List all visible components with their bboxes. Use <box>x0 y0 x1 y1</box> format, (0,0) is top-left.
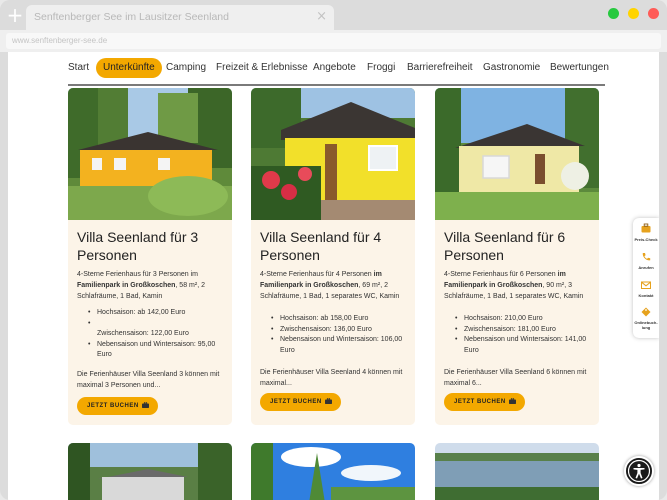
card-description: 4-Sterne Ferienhaus für 4 Personen im Fa… <box>260 269 410 302</box>
price-text: Zwischensaison: 181,00 Euro <box>464 325 556 333</box>
price-item: • <box>88 319 91 327</box>
button-label: JETZT BUCHEN <box>454 399 506 405</box>
price-item: Zwischensaison: 122,00 Euro <box>77 329 227 340</box>
price-text: Zwischensaison: 122,00 Euro <box>97 330 189 337</box>
nav-item-bewertungen[interactable]: Bewertungen <box>550 62 609 73</box>
nav-item-unterkuenfte[interactable]: Unterkünfte <box>96 58 162 78</box>
price-text: Nebensaison und Wintersaison: 95,00 Euro <box>97 340 216 359</box>
desc-text: 4-Sterne Ferienhaus für 3 Personen im <box>77 271 199 278</box>
maximize-window-button[interactable] <box>608 8 619 19</box>
card-teaser: Die Ferienhäuser Villa Seenland 4 können… <box>260 369 403 387</box>
contact-button[interactable]: Kontakt <box>633 278 659 304</box>
side-label: Anrufen <box>638 265 654 270</box>
accessibility-icon <box>627 459 651 483</box>
price-list: • Hochsaison: ab 142,00 Euro • Zwischensa… <box>77 308 227 361</box>
main-navigation: Start Unterkünfte Camping Freizeit & Erl… <box>8 58 659 86</box>
price-text: Hochsaison: ab 158,00 Euro <box>280 315 369 322</box>
close-icon[interactable]: × <box>316 9 327 24</box>
desc-text: 4-Sterne Ferienhaus für 4 Personen <box>260 271 374 278</box>
nav-item-start[interactable]: Start <box>68 62 89 73</box>
accommodation-photo <box>435 443 599 500</box>
browser-window: + Senftenberger See im Lausitzer Seenlan… <box>0 0 667 500</box>
price-item: • Zwischensaison: 181,00 Euro <box>455 325 556 333</box>
close-window-button[interactable] <box>648 8 659 19</box>
price-text: Nebensaison und Wintersaison: 106,00 Eur… <box>280 336 403 354</box>
browser-tab[interactable]: Senftenberger See im Lausitzer Seenland … <box>26 5 334 30</box>
price-text: Nebensaison und Wintersaison: 141,00 Eur… <box>464 336 587 354</box>
suitcase-icon <box>509 398 516 404</box>
accommodation-photo <box>251 443 415 500</box>
accommodation-photo <box>68 443 232 500</box>
card-teaser: Die Ferienhäuser Villa Seenland 3 können… <box>77 371 220 389</box>
address-bar: www.senftenberger-see.de <box>0 30 667 52</box>
card-title: Villa Seenland für 4 Personen <box>260 229 382 263</box>
nav-item-angebote[interactable]: Angebote <box>313 62 356 73</box>
card-description: 4-Sterne Ferienhaus für 6 Personen im Fa… <box>444 269 594 302</box>
card-title: Villa Seenland für 6 Personen <box>444 229 566 263</box>
url-text: www.senftenberger-see.de <box>12 36 108 45</box>
side-label: lung <box>641 325 651 330</box>
button-label: JETZT BUCHEN <box>87 403 139 409</box>
minimize-window-button[interactable] <box>628 8 639 19</box>
desc-text: 4-Sterne Ferienhaus für 6 Personen <box>444 271 558 278</box>
suitcase-icon <box>142 402 149 408</box>
price-item: • Hochsaison: 210,00 Euro <box>455 315 543 322</box>
price-item: • Nebensaison und Wintersaison: 106,00 Eu… <box>271 336 403 354</box>
nav-item-freizeit[interactable]: Freizeit & Erlebnisse <box>216 62 308 73</box>
nav-item-gastronomie[interactable]: Gastronomie <box>483 62 540 73</box>
quick-actions-widget: Preis-Check Anrufen Kontakt Onlinebuch- … <box>633 218 659 338</box>
call-button[interactable]: Anrufen <box>633 250 659 276</box>
book-now-button[interactable]: JETZT BUCHEN <box>77 397 158 415</box>
card-title: Villa Seenland für 3 Personen <box>77 229 199 263</box>
price-text: Zwischensaison: 136,00 Euro <box>280 325 372 333</box>
tab-bar: + Senftenberger See im Lausitzer Seenlan… <box>0 0 667 32</box>
side-label: Preis-Check <box>634 237 658 242</box>
card-description: 4-Sterne Ferienhaus für 3 Personen im Fa… <box>77 269 227 302</box>
price-item: • Zwischensaison: 136,00 Euro <box>271 325 372 333</box>
phone-icon <box>642 253 651 261</box>
tag-icon <box>641 307 651 317</box>
online-booking-button[interactable]: Onlinebuch- lung <box>633 306 659 336</box>
price-item: • Nebensaison und Wintersaison: 141,00 Eu… <box>455 336 587 354</box>
price-item: • Nebensaison und Wintersaison: 95,00 Eur… <box>88 340 216 359</box>
accommodation-card: Villa Seenland für 6 Personen 4-Sterne F… <box>435 88 599 425</box>
accommodation-card: Villa Seenland für 3 Personen 4-Sterne F… <box>68 88 232 425</box>
book-now-button[interactable]: JETZT BUCHEN <box>260 393 341 411</box>
button-label: JETZT BUCHEN <box>270 399 322 405</box>
nav-scroll-indicator <box>68 84 605 86</box>
side-label: Kontakt <box>638 293 654 298</box>
price-text: Hochsaison: 210,00 Euro <box>464 315 543 322</box>
nav-item-camping[interactable]: Camping <box>166 62 206 73</box>
price-list: • Hochsaison: 210,00 Euro • Zwischensaison… <box>444 314 594 356</box>
price-item: • Hochsaison: ab 142,00 Euro <box>88 309 186 316</box>
nav-item-froggi[interactable]: Froggi <box>367 62 395 73</box>
url-field[interactable]: www.senftenberger-see.de <box>6 33 661 49</box>
price-check-button[interactable]: Preis-Check <box>633 220 659 248</box>
accessibility-button[interactable] <box>624 456 654 486</box>
villa-photo <box>251 88 415 220</box>
price-list: • Hochsaison: ab 158,00 Euro • Zwischensai… <box>260 314 410 356</box>
nav-item-barrierefreiheit[interactable]: Barrierefreiheit <box>407 62 473 73</box>
new-tab-button[interactable]: + <box>6 5 24 25</box>
book-now-button[interactable]: JETZT BUCHEN <box>444 393 525 411</box>
mail-icon <box>641 281 651 289</box>
desc-link[interactable]: Familienpark in Großkoschen <box>77 282 175 289</box>
card-teaser: Die Ferienhäuser Villa Seenland 6 können… <box>444 369 587 387</box>
tab-title: Senftenberger See im Lausitzer Seenland <box>34 11 229 23</box>
villa-photo <box>68 88 232 220</box>
web-page: Start Unterkünfte Camping Freizeit & Erl… <box>8 52 659 500</box>
price-text: Hochsaison: ab 142,00 Euro <box>97 309 186 316</box>
villa-photo <box>435 88 599 220</box>
suitcase-icon <box>641 223 651 233</box>
accommodation-card: Villa Seenland für 4 Personen 4-Sterne F… <box>251 88 415 425</box>
suitcase-icon <box>325 398 332 404</box>
price-item: • Hochsaison: ab 158,00 Euro <box>271 315 369 322</box>
